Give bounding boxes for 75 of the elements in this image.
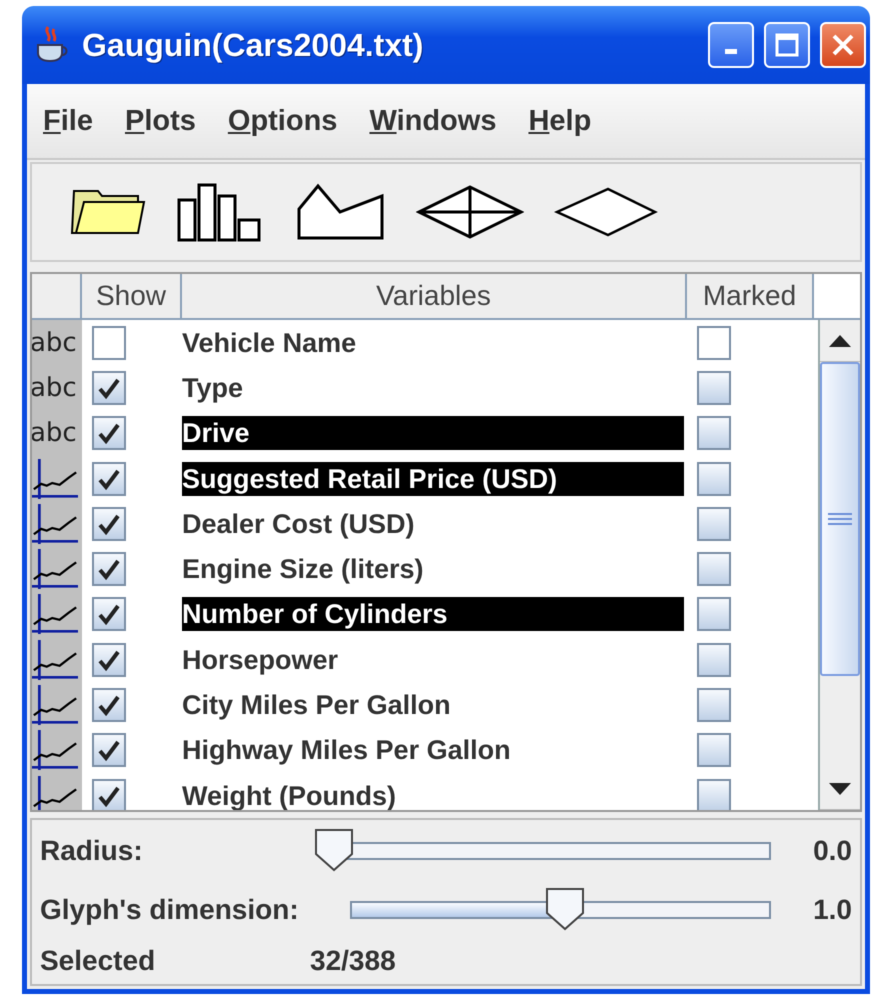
menu-item[interactable]: File [43,104,93,138]
check-icon [97,694,121,716]
down-arrow-icon [828,782,852,796]
marked-checkbox[interactable] [697,642,731,677]
marked-checkbox[interactable] [697,688,731,722]
marked-checkbox[interactable] [697,597,731,632]
check-icon [97,648,121,671]
show-checkbox[interactable] [92,462,126,496]
selected-count: 32/388 [310,944,397,977]
area-chart-icon[interactable] [296,183,386,241]
check-icon [97,468,121,490]
slider-thumb[interactable] [544,886,586,932]
slider-label: Glyph's dimension: [40,894,300,926]
marked-checkbox[interactable] [697,552,731,586]
folder-icon[interactable] [70,187,146,237]
variable-name[interactable]: City Miles Per Gallon [182,688,451,722]
check-icon [97,512,121,535]
variable-name[interactable]: Type [182,370,244,405]
marked-checkbox[interactable] [697,733,731,768]
slider-value: 0.0 [813,835,852,868]
column-header[interactable]: Show [82,274,182,318]
minimize-button[interactable] [708,22,754,68]
status-label: Selected [40,944,156,977]
maximize-button[interactable] [764,22,810,68]
check-icon [97,739,121,762]
scroll-thumb[interactable] [820,362,860,676]
variable-name[interactable]: Weight (Pounds) [182,778,396,810]
up-arrow-icon [828,334,852,348]
slider-thumb[interactable] [313,827,355,874]
show-checkbox[interactable] [92,778,126,810]
check-icon [97,784,121,807]
star-plot-icon[interactable] [416,184,524,240]
variable-name[interactable]: Drive [182,416,684,450]
grip-icon [827,512,853,526]
variable-name[interactable]: Engine Size (liters) [182,552,424,586]
marked-checkbox[interactable] [697,778,731,810]
show-checkbox[interactable] [92,552,126,586]
window-title: Gauguin(Cars2004.txt) [82,26,424,64]
menu-item[interactable]: Windows [369,104,496,138]
variable-name[interactable]: Vehicle Name [182,326,356,360]
variable-name[interactable]: Horsepower [182,642,338,677]
menu-item[interactable]: Help [528,104,592,138]
column-header[interactable]: Marked [687,274,814,318]
show-checkbox[interactable] [92,506,126,541]
variable-name[interactable]: Highway Miles Per Gallon [182,733,511,768]
variable-name[interactable]: Dealer Cost (USD) [182,506,415,541]
slider-label: Radius: [40,835,144,868]
check-icon [97,603,121,626]
menu-item[interactable]: Options [228,104,338,138]
show-checkbox[interactable] [92,416,126,450]
show-checkbox[interactable] [92,597,126,632]
variable-name[interactable]: Suggested Retail Price (USD) [182,462,684,496]
maximize-icon [774,32,800,58]
close-icon [830,32,856,58]
check-icon [97,422,121,444]
vertical-scrollbar[interactable] [818,320,860,810]
show-checkbox[interactable] [92,370,126,405]
marked-checkbox[interactable] [697,506,731,541]
column-header[interactable]: Variables [182,274,687,318]
marked-checkbox[interactable] [697,326,731,360]
diamond-icon[interactable] [554,186,658,238]
show-checkbox[interactable] [92,642,126,677]
slider-value: 1.0 [813,894,852,926]
check-icon [97,376,121,399]
menu-item[interactable]: Plots [124,104,196,138]
show-checkbox[interactable] [92,733,126,768]
show-checkbox[interactable] [92,326,126,360]
close-button[interactable] [820,22,866,68]
marked-checkbox[interactable] [697,416,731,450]
variable-name[interactable]: Number of Cylinders [182,597,684,632]
marked-checkbox[interactable] [697,462,731,496]
marked-checkbox[interactable] [697,370,731,405]
check-icon [97,558,121,580]
minimize-icon [725,48,737,54]
show-checkbox[interactable] [92,688,126,722]
